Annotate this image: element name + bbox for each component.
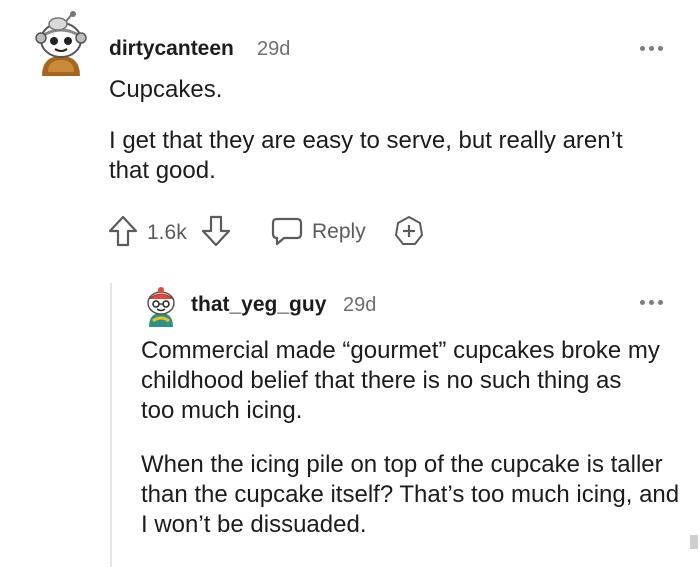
reply-paragraph: Commercial made “gourmet” cupcakes broke… [141,337,660,424]
comment-paragraph: I get that they are easy to serve, but r… [109,127,623,184]
reply-timestamp[interactable]: 29d [343,294,376,317]
more-options-icon-dot [649,299,654,305]
reply-username[interactable]: that_yeg_guy [191,293,326,317]
avatar[interactable] [141,285,181,329]
thread-line[interactable] [110,283,112,567]
reply-label: Reply [312,220,366,243]
avatar[interactable] [28,10,94,82]
more-options-icon-dot [658,299,663,305]
reply-button[interactable]: Reply [270,214,372,248]
comment-bubble-icon [271,217,303,246]
upvote-button[interactable] [107,214,139,248]
comment-timestamp[interactable]: 29d [257,38,290,61]
upvote-arrow-icon [108,215,138,247]
more-options-icon-dot [649,45,654,51]
comment-more-options[interactable] [640,42,670,54]
scrollbar-thumb[interactable] [690,535,698,549]
comment-username[interactable]: dirtycanteen [109,37,234,61]
vote-count: 1.6k [147,221,187,244]
more-options-icon [640,45,645,51]
more-options-icon [640,299,645,305]
comment-paragraph: Cupcakes. [109,76,223,103]
award-button[interactable] [392,214,426,248]
reply-more-options[interactable] [640,296,670,308]
snoo-avatar-icon [147,287,175,327]
award-plus-icon [395,216,423,245]
more-options-icon-dot [658,45,663,51]
reply-paragraph: When the icing pile on top of the cupcak… [141,451,680,538]
downvote-button[interactable] [200,214,232,248]
snoo-avatar-icon [35,11,87,76]
downvote-arrow-icon [201,215,231,247]
